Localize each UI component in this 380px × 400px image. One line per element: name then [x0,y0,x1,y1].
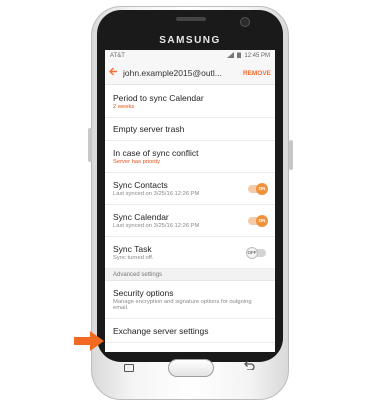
account-title: john.example2015@outl... [123,68,222,78]
setting-sync-task[interactable]: Sync Task Sync turned off. OFF [105,237,275,269]
recent-apps-icon[interactable] [124,364,134,372]
home-button[interactable] [168,359,214,377]
setting-subtitle: Sync turned off. [113,255,154,261]
battery-icon [237,52,242,60]
remove-button[interactable]: REMOVE [243,70,271,77]
sync-calendar-toggle[interactable]: ON [248,214,268,227]
toggle-state: ON [256,214,268,227]
setting-exchange-server-settings[interactable]: Exchange server settings [105,319,275,343]
pointer-arrow-icon [74,331,104,356]
setting-subtitle: Server has priority [113,159,161,165]
back-nav-icon[interactable] [243,361,255,373]
setting-title: Sync Calendar [113,212,169,222]
sync-task-toggle[interactable]: OFF [246,246,266,259]
advanced-settings-header: Advanced settings [105,269,275,281]
setting-title: Empty server trash [113,124,185,134]
setting-title: Security options [113,288,174,298]
power-button [289,140,293,170]
setting-title: Sync Task [113,244,152,254]
setting-subtitle: 2 weeks [113,103,135,110]
setting-subtitle: Manage encryption and signature options … [113,299,252,311]
setting-title: Period to sync Calendar [113,92,204,103]
setting-title: Sync Contacts [113,180,168,190]
setting-sync-calendar[interactable]: Sync Calendar Last synced on 3/25/16 12:… [105,205,275,237]
app-bar: john.example2015@outl... REMOVE [105,62,275,85]
toggle-state: OFF [246,246,258,259]
carrier-label: AT&T [110,53,125,59]
setting-period-to-sync-calendar[interactable]: Period to sync Calendar 2 weeks [105,85,275,118]
setting-sync-conflict[interactable]: In case of sync conflict Server has prio… [105,141,275,173]
brand-logo: SAMSUNG [159,35,221,46]
status-time: 12:45 PM [244,53,270,59]
setting-empty-server-trash[interactable]: Empty server trash [105,118,275,141]
status-bar: AT&T 12:45 PM [105,50,275,62]
setting-security-options[interactable]: Security options Manage encryption and s… [105,281,275,319]
setting-sync-contacts[interactable]: Sync Contacts Last synced on 3/25/16 12:… [105,173,275,205]
setting-subtitle: Last synced on 3/25/16 12:26 PM [113,191,200,197]
signal-icon [227,52,235,60]
setting-title: Exchange server settings [113,325,209,336]
toggle-state: ON [256,182,268,195]
earpiece-speaker [176,17,206,21]
setting-title: In case of sync conflict [113,148,199,158]
back-arrow-icon[interactable] [109,67,123,79]
setting-subtitle: Last synced on 3/25/16 12:26 PM [113,223,200,229]
front-camera [240,17,250,27]
volume-button [88,128,92,162]
sync-contacts-toggle[interactable]: ON [248,182,268,195]
screen: AT&T 12:45 PM john.example2015@outl... R… [105,50,275,352]
